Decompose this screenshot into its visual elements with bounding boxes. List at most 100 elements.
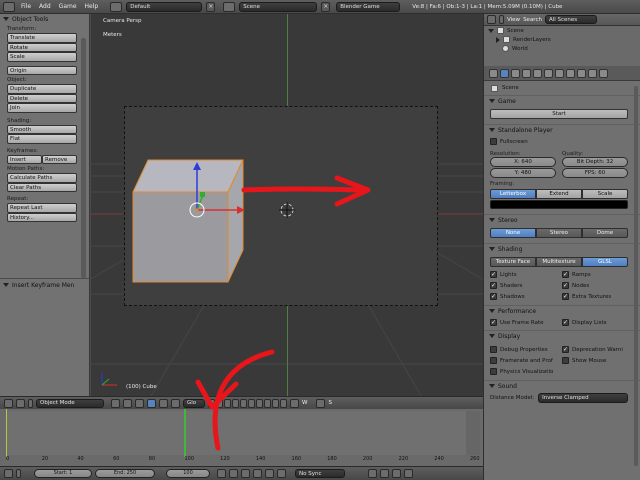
sync-select[interactable]: No Sync <box>295 469 345 478</box>
calculate-paths-button[interactable]: Calculate Paths <box>7 173 77 183</box>
layer-button[interactable] <box>272 398 279 408</box>
outliner-row-scene[interactable]: Scene <box>484 26 640 35</box>
texture-tab-icon[interactable] <box>588 68 597 78</box>
shaders-checkbox[interactable]: ✓ Shaders <box>490 280 556 291</box>
outliner-row-renderlayers[interactable]: RenderLayers <box>484 35 640 44</box>
shading-glsl[interactable]: GLSL <box>582 257 628 267</box>
clear-paths-button[interactable]: Clear Paths <box>7 182 77 192</box>
bit-depth-field[interactable]: Bit Depth: 32 <box>562 157 628 167</box>
sound-panel-header[interactable]: Sound <box>484 380 640 391</box>
layer-button[interactable] <box>240 398 247 408</box>
performance-panel-header[interactable]: Performance <box>484 305 640 316</box>
scene-field[interactable]: Scene <box>239 1 318 12</box>
menu-help[interactable]: Help <box>83 3 101 10</box>
stereo-none[interactable]: None <box>490 228 536 238</box>
viewport-shading-icon[interactable] <box>111 398 120 408</box>
origin-button[interactable]: Origin <box>7 65 77 75</box>
menu-file[interactable]: File <box>19 3 33 10</box>
menu-collapse-icon[interactable] <box>28 398 33 408</box>
scale-button[interactable]: Scale <box>7 52 77 62</box>
timeline-editor[interactable]: 0 20 40 60 80 100 120 140 160 180 200 220 240 260 <box>0 409 483 466</box>
shadows-checkbox[interactable]: ✓ Shadows <box>490 291 556 302</box>
game-panel-header[interactable]: Game <box>484 95 640 106</box>
layer-button[interactable] <box>208 398 215 408</box>
prev-keyframe-icon[interactable] <box>229 469 238 478</box>
stereo-dome[interactable]: Dome <box>582 228 628 238</box>
expand-triangle-icon[interactable] <box>488 28 494 33</box>
debug-properties-checkbox[interactable]: Debug Properties <box>490 344 556 355</box>
menu-game[interactable]: Game <box>57 3 79 10</box>
layer-button[interactable] <box>256 398 263 408</box>
show-mouse-checkbox[interactable]: Show Mouse <box>562 355 628 366</box>
editor-type-icon[interactable] <box>4 398 13 408</box>
layer-buttons[interactable] <box>208 398 287 408</box>
tool-shelf-scrollbar[interactable] <box>81 38 86 278</box>
menu-add[interactable]: Add <box>37 3 53 10</box>
delete-button[interactable]: Delete <box>7 93 77 103</box>
resolution-y-field[interactable]: Y: 480 <box>490 168 556 178</box>
physics-tab-icon[interactable] <box>599 68 608 78</box>
delete-key-icon[interactable] <box>404 469 413 478</box>
stereo-panel-header[interactable]: Stereo <box>484 214 640 225</box>
join-button[interactable]: Join <box>7 103 77 113</box>
layer-button[interactable] <box>248 398 255 408</box>
distance-model-select[interactable]: Inverse Clamped <box>538 393 628 403</box>
rotate-button[interactable]: Rotate <box>7 42 77 52</box>
properties-scrollbar[interactable] <box>634 86 638 466</box>
editor-type-icon[interactable] <box>489 68 498 78</box>
jump-start-icon[interactable] <box>217 469 226 478</box>
checkbox-box[interactable]: ✓ <box>562 319 569 326</box>
checkbox-box[interactable]: ✓ <box>490 319 497 326</box>
scene-icon[interactable] <box>223 1 236 12</box>
play-icon[interactable] <box>253 469 262 478</box>
nodes-checkbox[interactable]: ✓ Nodes <box>562 280 628 291</box>
current-frame-field[interactable]: 100 <box>166 469 210 478</box>
fullscreen-checkbox[interactable]: Fullscreen <box>484 135 640 148</box>
jump-end-icon[interactable] <box>277 469 286 478</box>
display-mode-select[interactable]: All Scenes <box>544 15 597 24</box>
duplicate-button[interactable]: Duplicate <box>7 84 77 94</box>
end-frame-field[interactable]: End: 250 <box>95 469 155 478</box>
pin-icon[interactable] <box>491 84 498 92</box>
object-tools-header[interactable]: Object Tools <box>0 14 89 24</box>
shading-multitexture[interactable]: Multitexture <box>536 257 582 267</box>
engine-select[interactable]: Blender Game <box>336 1 401 12</box>
layer-button[interactable] <box>224 398 231 408</box>
lights-checkbox[interactable]: ✓ Lights <box>490 269 556 280</box>
use-frame-rate-checkbox[interactable]: ✓ Use Frame Rate <box>490 319 556 326</box>
checkbox-box[interactable]: ✓ <box>562 271 569 278</box>
view-menu[interactable]: View <box>507 17 520 23</box>
manipulator-toggle-icon[interactable] <box>135 398 144 408</box>
framing-color-swatch[interactable] <box>490 200 628 209</box>
flat-button[interactable]: Flat <box>7 134 77 144</box>
checkbox-box[interactable]: ✓ <box>490 271 497 278</box>
rotate-manipulator-icon[interactable] <box>159 398 168 408</box>
repeat-last-button[interactable]: Repeat Last <box>7 203 77 213</box>
shading-panel-header[interactable]: Shading <box>484 243 640 254</box>
current-frame-indicator[interactable] <box>184 409 187 457</box>
search-menu[interactable]: Search <box>523 17 542 23</box>
remove-keyframe-button[interactable]: Remove <box>42 154 77 164</box>
framerate-profile-checkbox[interactable]: Framerate and Prof <box>490 355 556 366</box>
layer-button[interactable] <box>216 398 223 408</box>
start-frame-field[interactable]: Start: 1 <box>34 469 92 478</box>
display-lists-checkbox[interactable]: ✓ Display Lists <box>562 319 628 326</box>
smooth-button[interactable]: Smooth <box>7 124 77 134</box>
menu-collapse-icon[interactable] <box>499 15 504 24</box>
object-tab-icon[interactable] <box>533 68 542 78</box>
menu-collapse-icon[interactable] <box>16 469 21 478</box>
insert-keyframe-button[interactable]: Insert <box>7 154 42 164</box>
history-button[interactable]: History... <box>7 212 77 222</box>
expand-triangle-icon[interactable] <box>496 36 500 43</box>
editor-type-icon[interactable] <box>4 469 13 478</box>
close-layout-button[interactable]: × <box>206 1 216 12</box>
layer-button[interactable] <box>264 398 271 408</box>
close-scene-button[interactable]: × <box>321 1 331 12</box>
scene-tab-icon[interactable] <box>511 68 520 78</box>
framing-extend[interactable]: Extend <box>536 189 582 199</box>
outliner-row-world[interactable]: World <box>484 44 640 53</box>
insert-key-icon[interactable] <box>392 469 401 478</box>
checkbox-box[interactable]: ✓ <box>490 293 497 300</box>
orientation-select[interactable]: Glo <box>183 398 205 408</box>
editor-type-icon[interactable] <box>3 1 15 12</box>
